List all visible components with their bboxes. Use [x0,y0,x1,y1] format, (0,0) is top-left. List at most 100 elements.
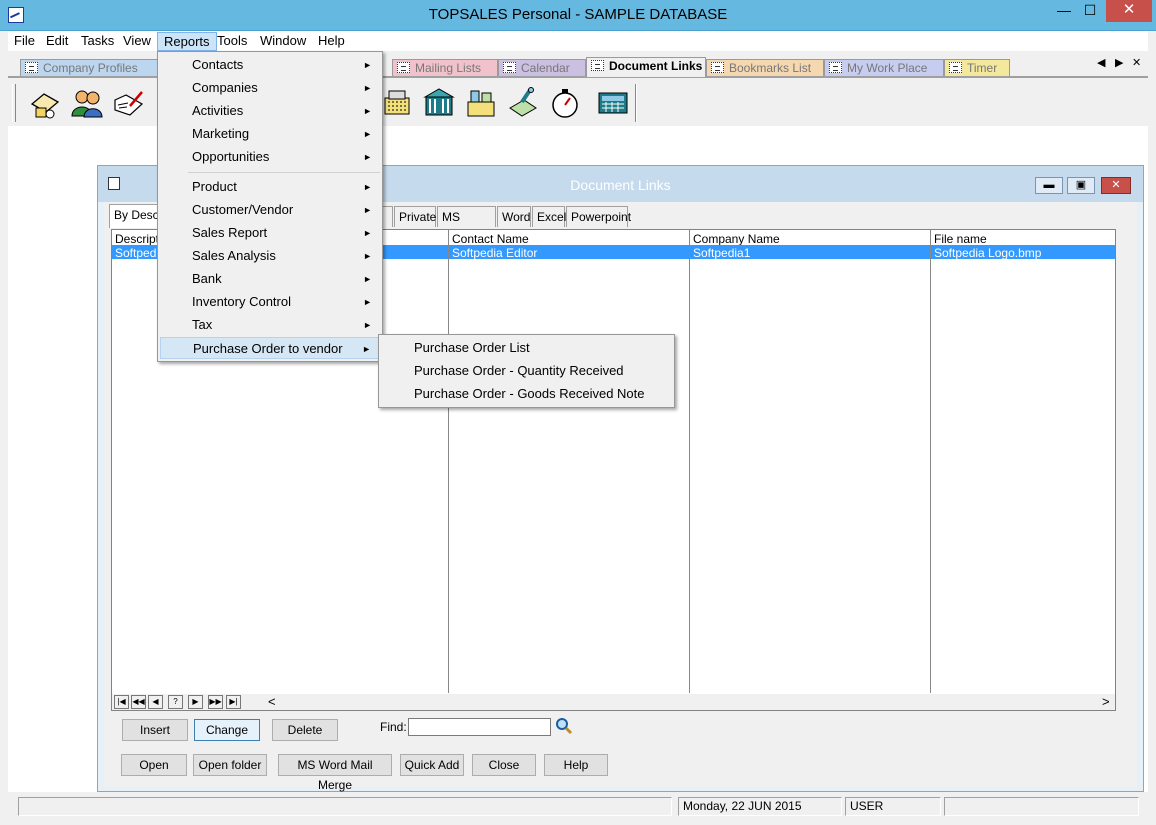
search-icon[interactable] [555,717,573,735]
quick-add-button[interactable]: Quick Add [400,754,464,776]
tab-label: Calendar [521,61,570,75]
menu-view[interactable]: View [117,32,157,51]
cell-contact-name[interactable]: Softpedia Editor [452,246,537,260]
ms-word-mail-merge-button[interactable]: MS Word Mail Merge [278,754,392,792]
bank-building-icon[interactable] [422,86,456,120]
toolbar-grip[interactable] [12,84,16,122]
tab-label: Mailing Lists [415,61,482,75]
cell-company-name[interactable]: Softpedia1 [693,246,750,260]
company-card-icon[interactable] [28,86,62,120]
nav-first-button[interactable]: |◀ [114,695,129,709]
close-button[interactable]: ✕ [1106,0,1152,22]
menu-item-marketing[interactable]: Marketing ► [160,123,380,145]
child-restore-button[interactable]: ▣ [1067,177,1095,194]
child-close-button[interactable]: ✕ [1101,177,1131,194]
nav-prev-button[interactable]: ◀ [148,695,163,709]
child-minimize-button[interactable]: ▬ [1035,177,1063,194]
menu-item-tax[interactable]: Tax ► [160,314,380,336]
menu-edit[interactable]: Edit [40,32,74,51]
menu-item-po-quantity-received[interactable]: Purchase Order - Quantity Received [381,360,672,382]
cell-file-name[interactable]: Softpedia Logo.bmp [934,246,1041,260]
menu-separator [188,172,380,173]
tab-ms-office[interactable]: MS Office [437,206,496,244]
nav-find-button[interactable]: ? [168,695,183,709]
reports-menu: Contacts ► Companies ► Activities ► Marketi… [157,51,383,362]
open-button[interactable]: Open [121,754,187,776]
column-header-description[interactable]: Descripti [115,232,162,246]
menu-tools[interactable]: Tools [211,32,253,51]
help-button[interactable]: Help [544,754,608,776]
menu-file[interactable]: File [8,32,41,51]
tab-label: Company Profiles [43,61,138,75]
delete-button[interactable]: Delete [272,719,338,741]
menu-item-label: Product [192,179,237,194]
menu-help[interactable]: Help [312,32,351,51]
activity-writing-icon[interactable] [112,86,146,120]
tab-document-links[interactable]: Document Links [586,57,706,77]
tab-mailing-lists[interactable]: Mailing Lists [392,59,498,76]
menu-item-bank[interactable]: Bank ► [160,268,380,290]
scroll-right-arrow[interactable]: > [1102,694,1110,709]
nav-next-button[interactable]: ▶ [188,695,203,709]
tab-bookmarks-list[interactable]: Bookmarks List [706,59,824,76]
tab-next-icon[interactable]: ▶ [1115,56,1123,69]
menu-item-product[interactable]: Product ► [160,176,380,198]
column-divider [448,230,449,693]
contacts-people-icon[interactable] [70,86,104,120]
tab-word[interactable]: Word [497,206,531,227]
menu-tasks[interactable]: Tasks [75,32,120,51]
menu-item-purchase-order-list[interactable]: Purchase Order List [381,337,672,359]
maximize-button[interactable]: ☐ [1076,0,1104,22]
scroll-left-arrow[interactable]: < [268,694,276,709]
menu-item-sales-report[interactable]: Sales Report ► [160,222,380,244]
find-input[interactable] [408,718,551,736]
menu-item-label: Sales Analysis [192,248,276,263]
tab-powerpoint[interactable]: Powerpoint [566,206,631,227]
menu-window[interactable]: Window [254,32,312,51]
tab-calendar[interactable]: Calendar [498,59,586,76]
tab-timer[interactable]: Timer [944,59,1010,76]
menu-item-po-goods-received-note[interactable]: Purchase Order - Goods Received Note [381,383,672,405]
module-tab-icon [949,62,962,73]
submenu-arrow-icon: ► [363,274,372,284]
nav-next-page-button[interactable]: ▶▶ [208,695,223,709]
menu-item-opportunities[interactable]: Opportunities ► [160,146,380,168]
calculator-icon[interactable] [596,86,630,120]
menu-item-companies[interactable]: Companies ► [160,77,380,99]
menu-item-customer-vendor[interactable]: Customer/Vendor ► [160,199,380,221]
timer-stopwatch-icon[interactable] [548,86,582,120]
nav-last-button[interactable]: ▶| [226,695,241,709]
tab-my-work-place[interactable]: My Work Place [824,59,944,76]
horizontal-scrollbar[interactable]: |◀ ◀◀ ◀ ? ▶ ▶▶ ▶| < > [112,694,1115,710]
inventory-shelf-icon[interactable] [464,86,498,120]
cash-register-icon[interactable] [380,86,414,120]
menu-item-contacts[interactable]: Contacts ► [160,54,380,76]
menu-item-purchase-order-to-vendor[interactable]: Purchase Order to vendor ► [160,337,380,359]
menu-reports[interactable]: Reports [157,32,217,51]
tab-prev-icon[interactable]: ◀ [1097,56,1105,69]
cell-description[interactable]: Softpedi [115,246,159,260]
submenu-arrow-icon: ► [363,106,372,116]
close-window-button[interactable]: Close [472,754,536,776]
submenu-arrow-icon: ► [363,60,372,70]
tab-company-profiles[interactable]: Company Profiles [20,59,158,76]
sales-analysis-icon[interactable] [506,86,540,120]
menu-item-inventory-control[interactable]: Inventory Control ► [160,291,380,313]
open-folder-button[interactable]: Open folder [193,754,267,776]
column-header-contact-name[interactable]: Contact Name [452,232,529,246]
tab-private[interactable]: Private [394,206,436,227]
menu-item-sales-analysis[interactable]: Sales Analysis ► [160,245,380,267]
change-button[interactable]: Change [194,719,260,741]
column-header-company-name[interactable]: Company Name [693,232,780,246]
tab-close-icon[interactable]: ✕ [1132,56,1141,69]
minimize-button[interactable]: — [1050,0,1078,22]
tab-excel[interactable]: Excel [532,206,566,227]
column-header-file-name[interactable]: File name [934,232,987,246]
submenu-arrow-icon: ► [363,251,372,261]
menu-item-label: Purchase Order to vendor [193,341,343,356]
insert-button[interactable]: Insert [122,719,188,741]
nav-prev-page-button[interactable]: ◀◀ [131,695,146,709]
find-label: Find: [380,720,407,734]
module-tab-icon [829,62,842,73]
menu-item-activities[interactable]: Activities ► [160,100,380,122]
